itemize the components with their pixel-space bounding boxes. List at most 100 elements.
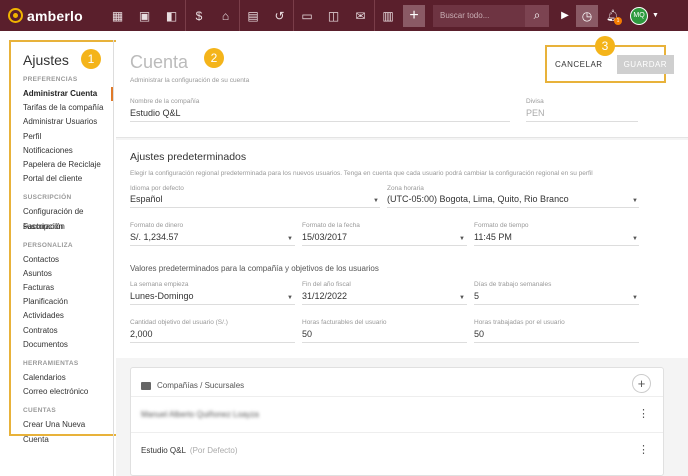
company-name: Manuel Alberto Quiñonez Loayza [141,410,259,419]
store-icon [141,381,151,390]
sidebar-item-portal[interactable]: Portal del cliente [17,172,111,186]
fiscal-year-end-select[interactable]: 31/12/2022 [302,291,347,301]
sidebar-item-asuntos[interactable]: Asuntos [17,267,111,281]
time-format-select[interactable]: 11:45 PM [474,232,512,242]
input-underline [130,207,380,208]
fiscal-year-end-label: Fin del año fiscal [302,281,351,288]
folder-icon[interactable]: ▭ [293,0,320,31]
top-bar: amberlo ▦ ▣ ◧ $ ⌂ ▤ ↺ ▭ ◫ ✉ ▥ + Buscar t… [0,0,688,31]
worked-hours-label: Horas trabajadas por el usuario [474,319,565,326]
calendar-icon[interactable]: ▤ [239,0,266,31]
sidebar-item-facturas[interactable]: Facturas [17,281,111,295]
target-amount-input[interactable]: 2,000 [130,329,153,339]
company-name-wrapper: Estudio Q&L (Por Defecto) [141,446,238,455]
dashboard-icon[interactable]: ▦ [104,0,131,31]
companies-card: Compañías / Sucursales + Manuel Alberto … [130,367,664,476]
main-content: Cuenta Administrar la configuración de s… [116,40,688,476]
notification-badge: 1 [614,16,622,25]
input-underline [302,342,467,343]
currency-field: PEN [526,108,545,118]
play-icon: ▶ [561,10,569,21]
sidebar-item-administrar-cuenta[interactable]: Administrar Cuenta [17,87,113,102]
input-underline [302,304,467,305]
bank-icon[interactable]: ⌂ [212,0,239,31]
chevron-down-icon[interactable]: ▼ [632,295,638,301]
sidebar-item-notificaciones[interactable]: Notificaciones [17,144,111,158]
date-format-select[interactable]: 15/03/2017 [302,232,347,242]
stopwatch-icon: ◷ [581,8,593,23]
brand-logo[interactable]: amberlo [8,8,104,24]
companies-title-text: Compañías / Sucursales [157,381,245,390]
user-avatar[interactable]: MQ [630,6,648,25]
sidebar-item-documentos[interactable]: Documentos [17,338,111,352]
contacts-icon[interactable]: ▣ [131,0,158,31]
billable-hours-input[interactable]: 50 [302,329,312,339]
search-placeholder: Buscar todo... [440,11,490,20]
date-format-label: Formato de la fecha [302,222,360,229]
more-options-icon[interactable]: ⋮ [638,443,649,456]
notifications-button[interactable]: 🔔︎ 1 [602,5,624,27]
company-row[interactable]: Manuel Alberto Quiñonez Loayza ⋮ [131,396,663,432]
chevron-down-icon[interactable]: ▼ [459,236,465,242]
sidebar-item-papelera[interactable]: Papelera de Reciclaje [17,158,111,172]
stopwatch-button[interactable]: ◷ [576,4,598,27]
mail-icon[interactable]: ✉ [347,0,374,31]
sidebar-item-facturacion[interactable]: Facturación [17,220,111,234]
sidebar-section-label: CUENTAS [23,407,57,415]
workdays-label: Días de trabajo semanales [474,281,552,288]
sidebar-item-contactos[interactable]: Contactos [17,253,111,267]
invoice-icon[interactable]: $ [185,0,212,31]
sidebar-item-calendarios[interactable]: Calendarios [17,371,111,385]
company-row[interactable]: Estudio Q&L (Por Defecto) ⋮ [131,432,663,468]
quick-add-button[interactable]: + [403,4,425,27]
cancel-button[interactable]: CANCELAR [555,60,603,69]
save-button[interactable]: GUARDAR [616,54,675,74]
search-button[interactable]: ⌕ [525,4,549,27]
sidebar-item-contratos[interactable]: Contratos [17,324,111,338]
sidebar-item-usuarios[interactable]: Administrar Usuarios [17,115,111,129]
document-search-icon[interactable]: ◫ [320,0,347,31]
sidebar-item-actividades[interactable]: Actividades [17,309,111,323]
chevron-down-icon[interactable]: ▼ [652,12,659,19]
company-name-input[interactable]: Estudio Q&L [130,108,181,118]
chevron-down-icon[interactable]: ▼ [287,295,293,301]
search-icon: ⌕ [533,8,541,22]
add-company-button[interactable]: + [632,374,651,393]
history-icon[interactable]: ↺ [266,0,293,31]
currency-label: Divisa [526,98,544,105]
divider [113,40,114,476]
module-icons: ▦ ▣ ◧ $ ⌂ ▤ ↺ ▭ ◫ ✉ ▥ [104,0,401,31]
input-underline [474,342,639,343]
default-tag: (Por Defecto) [189,446,238,455]
week-start-select[interactable]: Lunes-Domingo [130,291,194,301]
sidebar-item-nueva-cuenta[interactable]: Crear Una Nueva Cuenta [17,418,111,443]
chevron-down-icon[interactable]: ▼ [632,236,638,242]
reports-icon[interactable]: ▥ [374,0,401,31]
language-select[interactable]: Español [130,194,163,204]
sidebar-item-suscripcion[interactable]: Configuración de suscripción [17,205,111,230]
target-amount-label: Cantidad objetivo del usuario (S/.) [130,319,228,326]
sidebar-item-perfil[interactable]: Perfil [17,130,111,144]
section-title: Ajustes predeterminados [130,151,247,163]
chevron-down-icon[interactable]: ▼ [287,236,293,242]
chevron-down-icon[interactable]: ▼ [459,295,465,301]
money-format-select[interactable]: S/. 1,234.57 [130,232,179,242]
page-subtitle: Administrar la configuración de su cuent… [130,77,250,84]
play-timer-button[interactable]: ▶ [554,5,576,27]
timezone-select[interactable]: (UTC-05:00) Bogota, Lima, Quito, Rio Bra… [387,194,569,204]
global-search-input[interactable]: Buscar todo... [433,4,525,27]
sidebar-item-tarifas[interactable]: Tarifas de la compañía [17,101,111,115]
sidebar-section-label: HERRAMIENTAS [23,360,79,367]
briefcase-icon[interactable]: ◧ [158,0,185,31]
input-underline [387,207,639,208]
amberlo-logo-icon [8,8,23,23]
worked-hours-input[interactable]: 50 [474,329,484,339]
workdays-select[interactable]: 5 [474,291,479,301]
sidebar-item-planificacion[interactable]: Planificación [17,295,111,309]
sidebar-item-correo[interactable]: Correo electrónico [17,385,111,399]
brand-name: amberlo [27,7,83,24]
chevron-down-icon[interactable]: ▼ [632,198,638,204]
chevron-down-icon[interactable]: ▼ [373,198,379,204]
more-options-icon[interactable]: ⋮ [638,407,649,420]
timezone-label: Zona horaria [387,185,424,192]
